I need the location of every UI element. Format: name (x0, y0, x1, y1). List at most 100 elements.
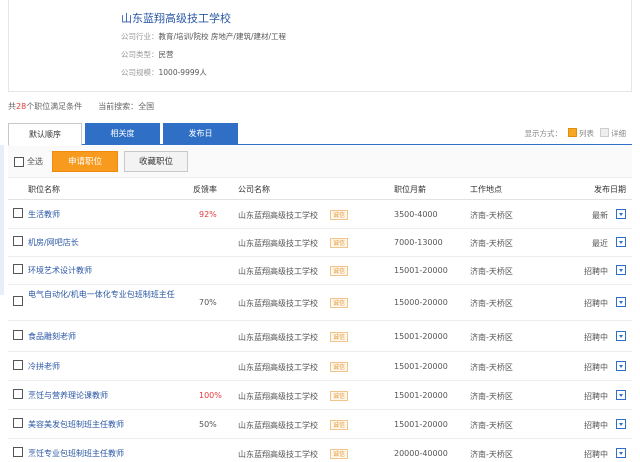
company-type: 公司类型：民营 (121, 49, 174, 60)
job-title-link[interactable]: 烹饪与营养理论课教师 (28, 388, 188, 403)
type-label: 公司类型： (121, 50, 159, 59)
detail-view-option[interactable]: 详细 (611, 129, 626, 138)
feedback-rate: 92% (199, 210, 217, 219)
location: 济南-天桥区 (470, 363, 513, 372)
table-row: 生活教师 92% 山东蓝翔高级技工学校 诚信 3500-4000 济南-天桥区 最新 (8, 200, 632, 229)
result-count: 28 (16, 102, 27, 111)
company-card: 山东蓝翔高级技工学校 公司行业：教育/培训/院校 房地产/建筑/建材/工程 公司… (8, 0, 632, 92)
apply-job-button[interactable]: 申请职位 (52, 151, 118, 172)
chevron-down-icon[interactable] (616, 448, 626, 458)
row-checkbox[interactable] (13, 418, 23, 428)
feedback-rate: 70% (199, 298, 217, 307)
table-row: 烹饪与营养理论课教师 100% 山东蓝翔高级技工学校 诚信 15001-20000 济南-… (8, 381, 632, 410)
company-link[interactable]: 山东蓝翔高级技工学校 (238, 391, 318, 402)
company-link[interactable]: 山东蓝翔高级技工学校 (238, 266, 318, 277)
salary: 15001-20000 (394, 420, 448, 429)
left-edge-strip (0, 145, 4, 295)
list-view-option[interactable]: 列表 (579, 129, 594, 138)
publish-status: 最新 (592, 211, 608, 220)
industry-label: 公司行业： (121, 32, 159, 41)
table-header: 职位名称 反馈率 公司名称 职位月薪 工作地点 发布日期 (8, 178, 632, 200)
publish-status: 招聘中 (584, 363, 608, 372)
job-title-link[interactable]: 环境艺术设计教师 (28, 263, 188, 278)
row-checkbox[interactable] (13, 236, 23, 246)
row-checkbox[interactable] (13, 360, 23, 370)
integrity-badge: 诚信 (330, 210, 349, 220)
integrity-badge: 诚信 (330, 298, 349, 308)
sort-tabs: 默认顺序 相关度 发布日 显示方式： 列表 详细 (8, 123, 632, 146)
salary: 15001-20000 (394, 391, 448, 400)
integrity-badge: 诚信 (330, 449, 349, 459)
col-title: 职位名称 (28, 185, 60, 194)
row-checkbox[interactable] (13, 389, 23, 399)
detail-view-icon[interactable] (600, 128, 609, 137)
publish-status: 招聘中 (584, 392, 608, 401)
col-rate: 反馈率 (193, 185, 217, 194)
list-view-icon[interactable] (568, 128, 577, 137)
table-row: 电气自动化/机电一体化专业包班制班主任 70% 山东蓝翔高级技工学校 诚信 15000-… (8, 285, 632, 321)
company-link[interactable]: 山东蓝翔高级技工学校 (238, 210, 318, 221)
company-link[interactable]: 山东蓝翔高级技工学校 (238, 332, 318, 343)
select-all-checkbox[interactable] (14, 157, 24, 167)
integrity-badge: 诚信 (330, 238, 349, 248)
tab-default-order[interactable]: 默认顺序 (8, 123, 82, 146)
row-checkbox[interactable] (13, 296, 23, 306)
table-row: 冷拼老师 山东蓝翔高级技工学校 诚信 15001-20000 济南-天桥区 招聘中 (8, 352, 632, 381)
job-title-link[interactable]: 机房/网吧店长 (28, 235, 188, 250)
table-row: 食品雕刻老师 山东蓝翔高级技工学校 诚信 15001-20000 济南-天桥区 招聘中 (8, 321, 632, 352)
job-title-link[interactable]: 美容美发包班制班主任教师 (28, 417, 188, 432)
row-checkbox[interactable] (13, 208, 23, 218)
col-salary: 职位月薪 (394, 185, 426, 194)
table-row: 烹饪专业包班制班主任教师 山东蓝翔高级技工学校 诚信 20000-40000 济南-天桥… (8, 439, 632, 462)
save-job-button[interactable]: 收藏职位 (124, 151, 188, 172)
tab-publish-date[interactable]: 发布日 (163, 123, 238, 145)
salary: 15000-20000 (394, 298, 448, 307)
company-link[interactable]: 山东蓝翔高级技工学校 (238, 420, 318, 431)
company-link[interactable]: 山东蓝翔高级技工学校 (238, 238, 318, 249)
company-name[interactable]: 山东蓝翔高级技工学校 (121, 10, 231, 26)
job-title-link[interactable]: 电气自动化/机电一体化专业包班制班主任 (28, 287, 188, 302)
location: 济南-天桥区 (470, 267, 513, 276)
job-title-link[interactable]: 食品雕刻老师 (28, 329, 188, 344)
publish-status: 招聘中 (584, 333, 608, 342)
industry-value: 教育/培训/院校 房地产/建筑/建材/工程 (158, 32, 287, 41)
tab-relevance[interactable]: 相关度 (85, 123, 160, 145)
chevron-down-icon[interactable] (616, 237, 626, 247)
chevron-down-icon[interactable] (616, 331, 626, 341)
row-checkbox[interactable] (13, 447, 23, 457)
location: 济南-天桥区 (470, 239, 513, 248)
publish-status: 招聘中 (584, 421, 608, 430)
salary: 3500-4000 (394, 210, 438, 219)
display-mode: 显示方式： 列表 详细 (525, 128, 626, 139)
table-row: 机房/网吧店长 山东蓝翔高级技工学校 诚信 7000-13000 济南-天桥区 最近 (8, 229, 632, 257)
row-checkbox[interactable] (13, 264, 23, 274)
table-row: 环境艺术设计教师 山东蓝翔高级技工学校 诚信 15001-20000 济南-天桥区 招聘中 (8, 257, 632, 285)
job-title-link[interactable]: 冷拼老师 (28, 359, 188, 374)
job-title-link[interactable]: 生活教师 (28, 207, 188, 222)
company-link[interactable]: 山东蓝翔高级技工学校 (238, 449, 318, 460)
chevron-down-icon[interactable] (616, 297, 626, 307)
col-company: 公司名称 (238, 185, 270, 194)
summary-suffix: 个职位满足条件 (26, 102, 83, 111)
search-label: 当前搜索： (98, 102, 139, 111)
row-checkbox[interactable] (13, 330, 23, 340)
search-value: 全国 (138, 102, 155, 111)
job-title-link[interactable]: 烹饪专业包班制班主任教师 (28, 446, 188, 461)
chevron-down-icon[interactable] (616, 209, 626, 219)
location: 济南-天桥区 (470, 392, 513, 401)
select-all-label[interactable]: 全选 (27, 156, 43, 167)
location: 济南-天桥区 (470, 333, 513, 342)
chevron-down-icon[interactable] (616, 390, 626, 400)
feedback-rate: 100% (199, 391, 222, 400)
company-link[interactable]: 山东蓝翔高级技工学校 (238, 298, 318, 309)
location: 济南-天桥区 (470, 211, 513, 220)
company-link[interactable]: 山东蓝翔高级技工学校 (238, 362, 318, 373)
chevron-down-icon[interactable] (616, 265, 626, 275)
size-value: 1000-9999人 (158, 68, 207, 77)
integrity-badge: 诚信 (330, 420, 349, 430)
integrity-badge: 诚信 (330, 362, 349, 372)
publish-status: 招聘中 (584, 299, 608, 308)
integrity-badge: 诚信 (330, 266, 349, 276)
chevron-down-icon[interactable] (616, 361, 626, 371)
chevron-down-icon[interactable] (616, 419, 626, 429)
